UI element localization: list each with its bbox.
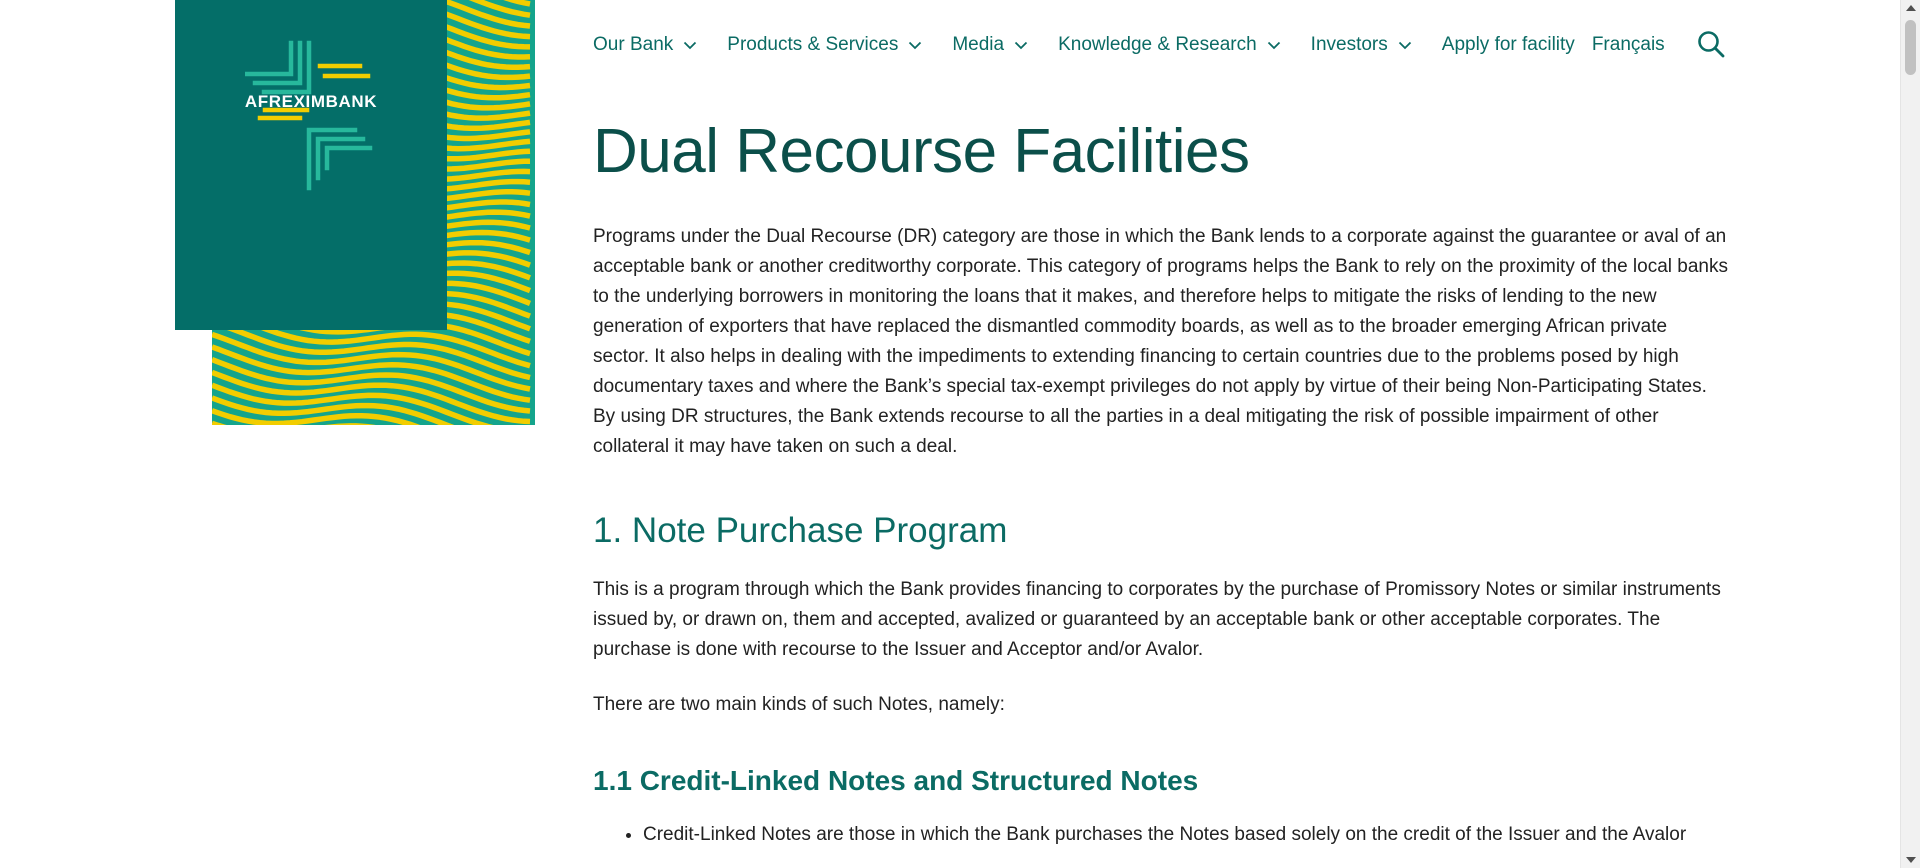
vertical-scrollbar[interactable]	[1900, 0, 1920, 868]
nav-item-label: Products & Services	[727, 34, 899, 55]
note-kinds-paragraph: There are two main kinds of such Notes, …	[593, 694, 1005, 715]
chevron-down-icon	[1267, 41, 1280, 49]
scroll-down-arrow-icon[interactable]	[1906, 857, 1916, 863]
section-heading-note-purchase: 1. Note Purchase Program	[593, 511, 1008, 550]
nav-item-knowledge-research[interactable]: Knowledge & Research	[1058, 34, 1281, 56]
logo-area[interactable]: AFREXIMBANK	[175, 0, 535, 425]
nav-item-our-bank[interactable]: Our Bank	[593, 34, 697, 56]
credit-linked-list: Credit-Linked Notes are those in which t…	[593, 820, 1728, 850]
chevron-down-icon	[1014, 41, 1028, 49]
search-icon[interactable]	[1697, 30, 1725, 58]
chevron-down-icon	[1398, 41, 1411, 49]
page-title: Dual Recourse Facilities	[593, 117, 1250, 186]
scroll-up-arrow-icon[interactable]	[1906, 5, 1916, 11]
scrollbar-thumb[interactable]	[1905, 20, 1916, 75]
nav-item-investors[interactable]: Investors	[1311, 34, 1412, 56]
nav-item-label: Knowledge & Research	[1058, 34, 1257, 55]
nav-item-apply-for-facility[interactable]: Apply for facility	[1442, 34, 1575, 56]
subsection-heading-credit-linked: 1.1 Credit-Linked Notes and Structured N…	[593, 765, 1199, 796]
logo-wordmark: AFREXIMBANK	[244, 92, 378, 111]
main-nav: Our Bank Products & Services Media Knowledg…	[593, 32, 1682, 58]
nav-item-fran-ais[interactable]: Français	[1592, 34, 1665, 56]
nav-item-label: Our Bank	[593, 34, 674, 55]
nav-item-label: Français	[1591, 34, 1665, 55]
logo-box[interactable]: AFREXIMBANK	[175, 0, 447, 330]
nav-item-label: Investors	[1310, 34, 1388, 55]
intro-paragraph: Programs under the Dual Recourse (DR) ca…	[593, 226, 1728, 457]
main-content: Dual Recourse Facilities Programs under …	[593, 110, 1728, 850]
nav-item-label: Media	[952, 34, 1005, 55]
list-item: Credit-Linked Notes are those in which t…	[643, 820, 1728, 850]
chevron-down-icon	[684, 41, 697, 49]
nav-item-media[interactable]: Media	[952, 34, 1028, 56]
nav-item-products-services[interactable]: Products & Services	[727, 34, 922, 56]
note-purchase-paragraph: This is a program through which the Bank…	[593, 579, 1721, 660]
afreximbank-logo-icon	[245, 40, 373, 191]
chevron-down-icon	[909, 41, 922, 49]
nav-item-label: Apply for facility	[1441, 34, 1575, 55]
